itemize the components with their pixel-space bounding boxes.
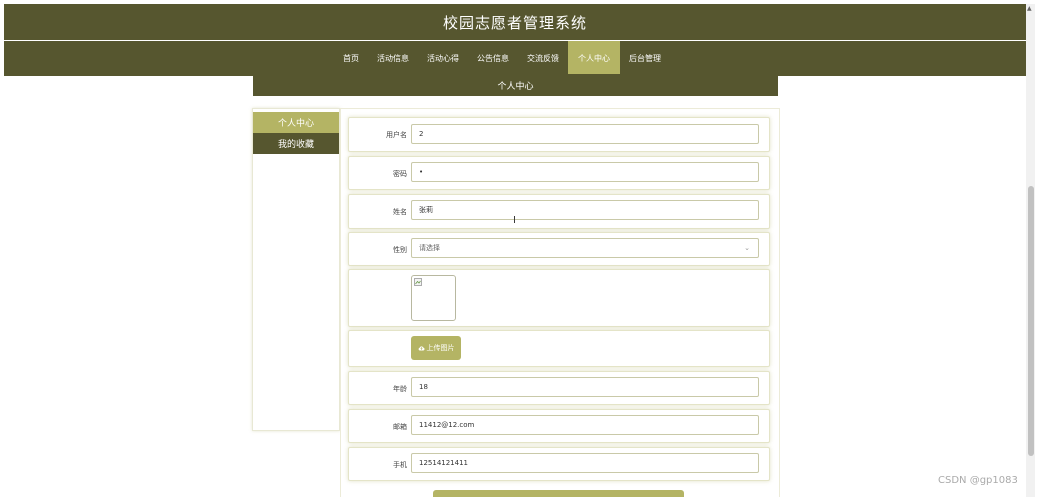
sidebar-item-profile[interactable]: 个人中心 xyxy=(253,112,339,133)
page: 校园志愿者管理系统 首页 活动信息 活动心得 公告信息 交流反馈 个人中心 后台… xyxy=(0,0,1037,497)
nav-item-feedback[interactable]: 交流反馈 xyxy=(518,41,568,76)
upload-image-button[interactable]: 上传图片 xyxy=(411,336,461,360)
submit-button[interactable] xyxy=(433,490,684,497)
name-label: 姓名 xyxy=(393,208,407,216)
broken-image-icon xyxy=(414,278,422,286)
username-label: 用户名 xyxy=(386,131,407,139)
text-cursor-icon: I xyxy=(513,215,516,226)
nav-item-home[interactable]: 首页 xyxy=(334,41,368,76)
age-input[interactable]: 18 xyxy=(411,377,759,397)
email-input[interactable]: 11412@12.com xyxy=(411,415,759,435)
form-row-avatar xyxy=(348,269,770,327)
nav-item-profile[interactable]: 个人中心 xyxy=(568,41,620,76)
nav-item-activities[interactable]: 活动信息 xyxy=(368,41,418,76)
sidebar: 个人中心 我的收藏 xyxy=(252,108,340,431)
watermark: CSDN @gp1083 xyxy=(938,475,1018,486)
upload-button-label: 上传图片 xyxy=(426,344,455,352)
form-row-username: 用户名 2 xyxy=(348,117,770,152)
nav-item-experiences[interactable]: 活动心得 xyxy=(418,41,468,76)
main-nav: 首页 活动信息 活动心得 公告信息 交流反馈 个人中心 后台管理 xyxy=(4,41,1026,76)
section-title: 个人中心 xyxy=(253,74,778,96)
header-bar: 校园志愿者管理系统 xyxy=(4,4,1026,40)
gender-select-value: 请选择 xyxy=(419,244,440,252)
password-label: 密码 xyxy=(393,170,407,178)
nav-item-announcements[interactable]: 公告信息 xyxy=(468,41,518,76)
form-row-upload: 上传图片 xyxy=(348,330,770,367)
form-row-name: 姓名 张莉 xyxy=(348,194,770,229)
form-row-gender: 性别 请选择 ⌄ xyxy=(348,232,770,266)
scrollbar-thumb[interactable] xyxy=(1028,186,1034,456)
form-row-email: 邮箱 11412@12.com xyxy=(348,409,770,443)
name-input[interactable]: 张莉 xyxy=(411,200,759,220)
site-title: 校园志愿者管理系统 xyxy=(442,13,587,32)
form-row-password: 密码 • xyxy=(348,156,770,190)
gender-label: 性别 xyxy=(393,246,407,254)
scroll-up-arrow-icon[interactable]: ▲ xyxy=(1027,5,1032,12)
avatar-preview xyxy=(411,275,456,321)
form-row-phone: 手机 12514121411 xyxy=(348,447,770,481)
form-row-age: 年龄 18 xyxy=(348,371,770,405)
age-label: 年龄 xyxy=(393,385,407,393)
nav-item-admin[interactable]: 后台管理 xyxy=(620,41,670,76)
phone-label: 手机 xyxy=(393,461,407,469)
email-label: 邮箱 xyxy=(393,423,407,431)
gender-select[interactable]: 请选择 ⌄ xyxy=(411,238,759,258)
cloud-upload-icon xyxy=(418,346,425,351)
nav-list: 首页 活动信息 活动心得 公告信息 交流反馈 个人中心 后台管理 xyxy=(334,41,670,76)
sidebar-item-favorites[interactable]: 我的收藏 xyxy=(253,133,339,154)
password-input[interactable]: • xyxy=(411,162,759,182)
phone-input[interactable]: 12514121411 xyxy=(411,453,759,473)
chevron-down-icon: ⌄ xyxy=(744,244,750,252)
username-input[interactable]: 2 xyxy=(411,124,759,144)
